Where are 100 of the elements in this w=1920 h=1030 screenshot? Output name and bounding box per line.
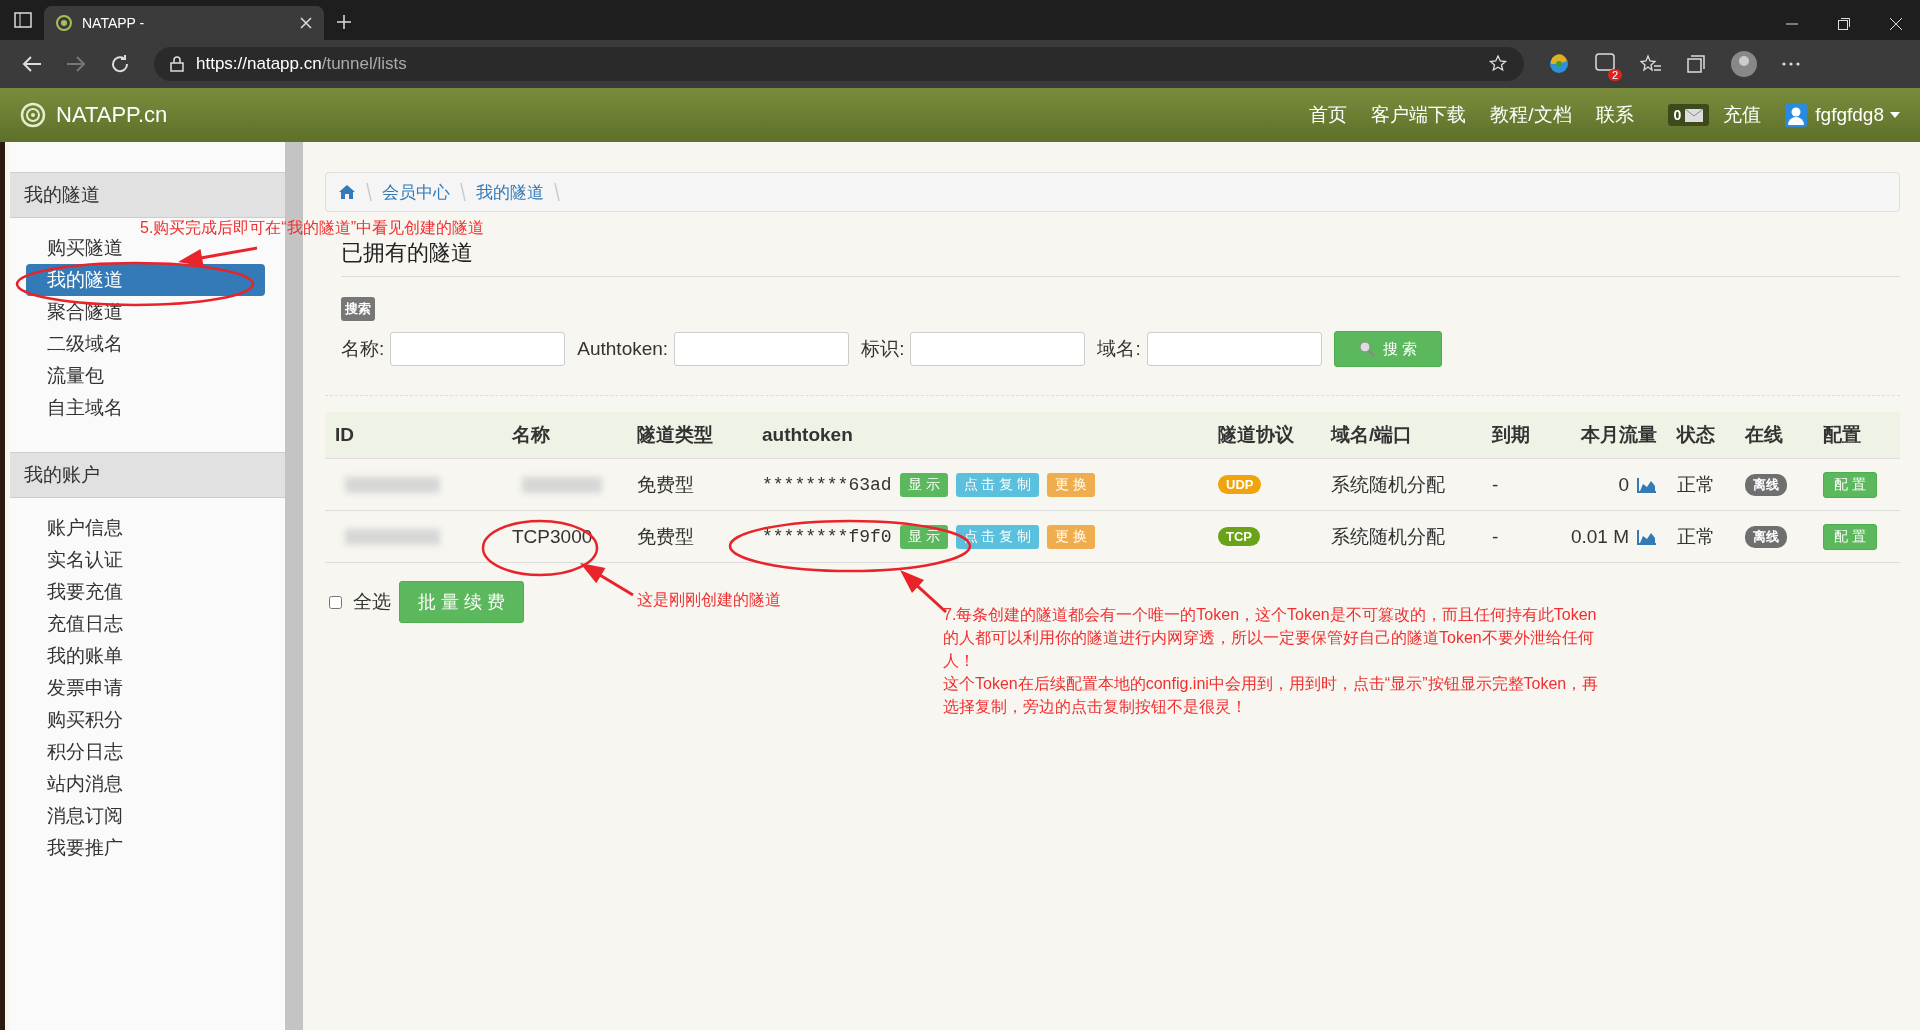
search-field[interactable] <box>910 332 1086 366</box>
tab-title: NATAPP - <box>82 15 146 31</box>
column-header: 状态 <box>1675 423 1716 447</box>
restore-icon[interactable] <box>1838 18 1850 30</box>
config-button[interactable]: 配 置 <box>1823 471 1877 498</box>
status-badge: 离线 <box>1745 525 1787 548</box>
breadcrumb-divider-icon <box>366 182 372 202</box>
table-cell-text: 正常 <box>1676 472 1716 497</box>
table-cell-text: - <box>1491 525 1500 548</box>
traffic-value: 0 <box>1618 473 1629 496</box>
favorites-icon[interactable] <box>1640 54 1662 74</box>
new-tab-icon[interactable] <box>336 14 352 30</box>
site-logo-text[interactable]: NATAPP.cn <box>56 102 168 128</box>
collections-icon[interactable] <box>1686 54 1706 74</box>
sidebar-item[interactable]: 自主域名 <box>26 392 265 424</box>
search-field[interactable] <box>390 332 566 366</box>
close-icon[interactable] <box>300 17 312 29</box>
area-chart-icon[interactable] <box>1637 528 1657 545</box>
column-header: authtoken <box>761 424 854 446</box>
notification-badge: 2 <box>1607 69 1622 81</box>
token-text: ********f9f0 <box>762 526 892 547</box>
search-button[interactable]: 搜 索 <box>1333 331 1442 367</box>
column-header: ID <box>334 424 355 446</box>
table-cell-text: 免费型 <box>636 472 695 497</box>
protocol-badge: TCP <box>1218 527 1260 546</box>
breadcrumb-link[interactable]: 我的隧道 <box>476 180 544 204</box>
site-logo-icon <box>56 15 72 31</box>
config-button[interactable]: 配 置 <box>1823 523 1877 550</box>
forward-icon[interactable] <box>66 55 86 73</box>
search-icon <box>1358 341 1375 357</box>
search-field[interactable] <box>674 332 850 366</box>
recharge-link[interactable]: 充值 <box>1723 102 1762 128</box>
column-header: 隧道协议 <box>1217 423 1295 447</box>
area-chart-icon[interactable] <box>1637 476 1657 493</box>
annotation-arrow <box>580 563 634 597</box>
search-tag: 搜索 <box>341 297 375 321</box>
table-cell-text: - <box>1491 473 1500 496</box>
sidebar-item[interactable]: 账户信息 <box>26 512 265 544</box>
show-button[interactable]: 显 示 <box>899 524 948 549</box>
more-icon[interactable] <box>1782 62 1800 66</box>
sidebar-item[interactable]: 消息订阅 <box>26 800 265 832</box>
user-menu[interactable]: fgfgfdg8 <box>1815 104 1884 126</box>
sidebar-item[interactable]: 充值日志 <box>26 608 265 640</box>
column-header: 本月流量 <box>1579 423 1658 447</box>
sidebar-item[interactable]: 我要充值 <box>26 576 265 608</box>
message-count[interactable]: 0 <box>1667 104 1710 126</box>
close-icon[interactable] <box>1890 18 1902 30</box>
select-all-checkbox[interactable] <box>329 595 342 609</box>
breadcrumb-divider-icon <box>554 182 560 202</box>
sidebar-item[interactable]: 二级域名 <box>26 328 265 360</box>
column-header: 到期 <box>1491 423 1531 447</box>
lock-icon <box>170 56 184 72</box>
annotation-text: 7.每条创建的隧道都会有一个唯一的Token，这个Token是不可篡改的，而且任何持有此Token的人都可以利用你的隧道进行内网穿透，所以一定要保管好自己的隧道Token不要外泄给任何人！ <box>943 605 1598 671</box>
sidebar-item[interactable]: 我的隧道 <box>26 264 265 296</box>
column-header: 配置 <box>1822 423 1862 447</box>
profile-avatar-icon[interactable] <box>1730 50 1758 78</box>
favorite-add-icon[interactable] <box>1488 54 1508 74</box>
nav-link[interactable]: 客户端下载 <box>1371 102 1467 128</box>
table-cell-text: 系统随机分配 <box>1330 472 1446 497</box>
checkbox-label: 全选 <box>353 590 391 614</box>
user-icon <box>1785 103 1808 127</box>
table-cell-text: TCP3000 <box>511 525 594 548</box>
nav-link[interactable]: 首页 <box>1309 102 1348 128</box>
column-header: 域名/端口 <box>1329 423 1414 447</box>
site-logo-icon <box>20 102 46 128</box>
table-cell-text: 系统随机分配 <box>1330 524 1446 549</box>
token-text: ********63ad <box>762 474 892 495</box>
address-bar[interactable]: https://natapp.cn/tunnel/lists <box>154 47 1524 81</box>
batch-renew-button[interactable]: 批 量 续 费 <box>399 581 524 623</box>
field-label: 名称: <box>341 337 385 361</box>
status-badge: 离线 <box>1745 473 1787 496</box>
sidebar-item[interactable]: 购买积分 <box>26 704 265 736</box>
sidebar-item[interactable]: 积分日志 <box>26 736 265 768</box>
tab-actions-icon[interactable] <box>14 12 32 28</box>
nav-link[interactable]: 教程/文档 <box>1490 102 1572 128</box>
sidebar-item[interactable]: 我的账单 <box>26 640 265 672</box>
search-field[interactable] <box>1146 332 1322 366</box>
sidebar-item[interactable]: 实名认证 <box>26 544 265 576</box>
refresh-icon[interactable] <box>110 54 130 74</box>
home-icon[interactable] <box>338 184 356 200</box>
table-cell-text: 免费型 <box>636 524 695 549</box>
nav-link[interactable]: 联系 <box>1595 102 1634 128</box>
show-button[interactable]: 显 示 <box>899 472 948 497</box>
browser-tab[interactable]: NATAPP - <box>44 6 324 40</box>
breadcrumb-link[interactable]: 会员中心 <box>382 180 450 204</box>
field-label: 域名: <box>1097 337 1141 361</box>
mail-icon <box>1685 108 1704 122</box>
sidebar-section-header: 我的账户 <box>10 452 285 498</box>
extension-icon[interactable] <box>1594 51 1616 73</box>
back-icon[interactable] <box>22 55 42 73</box>
sidebar-item[interactable]: 发票申请 <box>26 672 265 704</box>
sidebar-item[interactable]: 流量包 <box>26 360 265 392</box>
sidebar-item[interactable]: 我要推广 <box>26 832 265 864</box>
annotation-text: 5.购买完成后即可在“我的隧道”中看见创建的隧道 <box>140 218 484 238</box>
url-text: https://natapp.cn/tunnel/lists <box>196 54 407 74</box>
extension-icon[interactable] <box>1548 53 1570 75</box>
column-header: 名称 <box>511 423 551 447</box>
sidebar-item[interactable]: 站内消息 <box>26 768 265 800</box>
field-label: 标识: <box>861 337 905 361</box>
breadcrumb-divider-icon <box>460 182 466 202</box>
